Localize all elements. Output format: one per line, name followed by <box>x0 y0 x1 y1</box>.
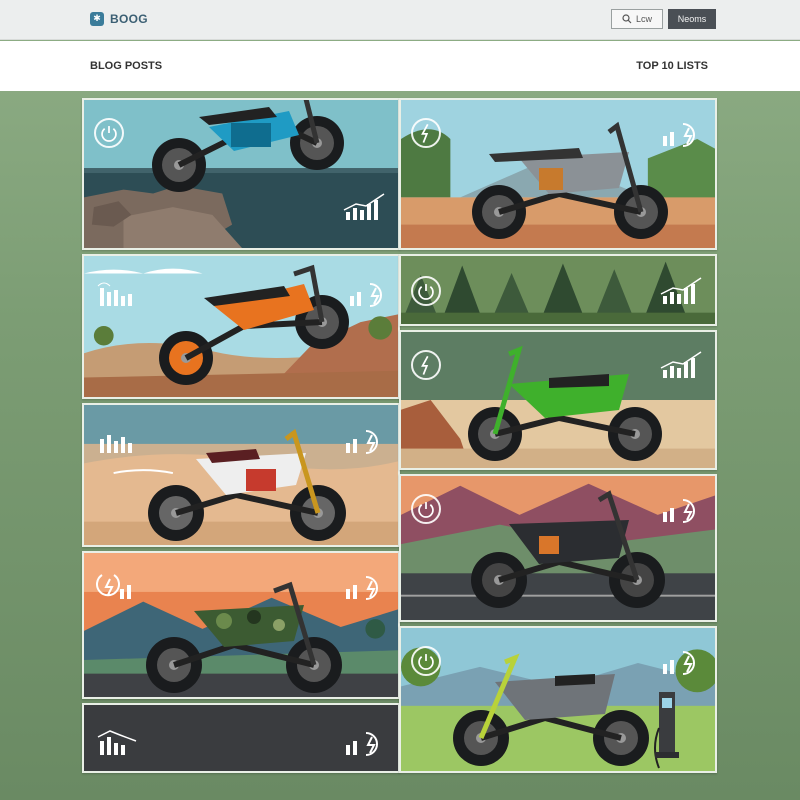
search-button[interactable]: Lcw <box>611 9 663 29</box>
motorcycle-illustration <box>468 345 662 461</box>
bike-card[interactable] <box>399 254 717 326</box>
bike-card[interactable] <box>399 98 717 250</box>
chart-icon <box>96 727 144 757</box>
chart-icon <box>96 278 144 308</box>
battery-icon <box>342 727 390 757</box>
chart-icon <box>659 350 707 380</box>
battery-icon <box>346 278 394 308</box>
bike-card[interactable] <box>399 626 717 773</box>
nav-primary-button[interactable]: Neoms <box>668 9 716 29</box>
power-icon <box>411 494 441 524</box>
bike-card[interactable] <box>82 98 400 250</box>
charging-station-icon <box>654 692 679 769</box>
brand-logo[interactable]: ✱ BOOG <box>90 10 148 28</box>
bike-card[interactable] <box>399 330 717 470</box>
lightning-icon <box>411 350 441 380</box>
battery-icon <box>659 494 707 524</box>
lightning-icon <box>96 571 144 601</box>
power-icon <box>411 276 441 306</box>
motorcycle-illustration <box>146 581 342 693</box>
chart-icon <box>96 425 144 455</box>
section-header: BLOG POSTS TOP 10 LISTS <box>0 41 800 91</box>
lightning-icon <box>411 118 441 148</box>
motorcycle-illustration <box>453 653 649 766</box>
bike-card[interactable] <box>82 551 400 699</box>
bike-card[interactable] <box>399 474 717 622</box>
search-icon <box>622 14 632 24</box>
bike-card[interactable] <box>82 403 400 547</box>
chart-icon <box>659 276 707 306</box>
chart-icon <box>342 192 390 222</box>
blog-posts-link[interactable]: BLOG POSTS <box>90 60 162 72</box>
logo-icon: ✱ <box>90 12 104 26</box>
battery-icon <box>659 118 707 148</box>
brand-name: BOOG <box>110 12 148 26</box>
power-icon <box>411 646 441 676</box>
bike-card[interactable] <box>82 254 400 399</box>
top-lists-link[interactable]: TOP 10 LISTS <box>636 60 708 72</box>
power-icon <box>94 118 124 148</box>
battery-icon <box>342 571 390 601</box>
stats-card[interactable] <box>82 703 400 773</box>
battery-icon <box>342 425 390 455</box>
battery-icon <box>659 646 707 676</box>
motorcycle-illustration <box>471 490 665 608</box>
search-label: Lcw <box>635 14 652 24</box>
top-navigation-bar: ✱ BOOG Lcw Neoms <box>0 0 800 40</box>
motorcycle-illustration <box>472 121 668 239</box>
motorcycle-illustration <box>148 428 346 541</box>
motorcycle-illustration <box>159 264 349 385</box>
motorcycle-illustration <box>152 100 344 192</box>
